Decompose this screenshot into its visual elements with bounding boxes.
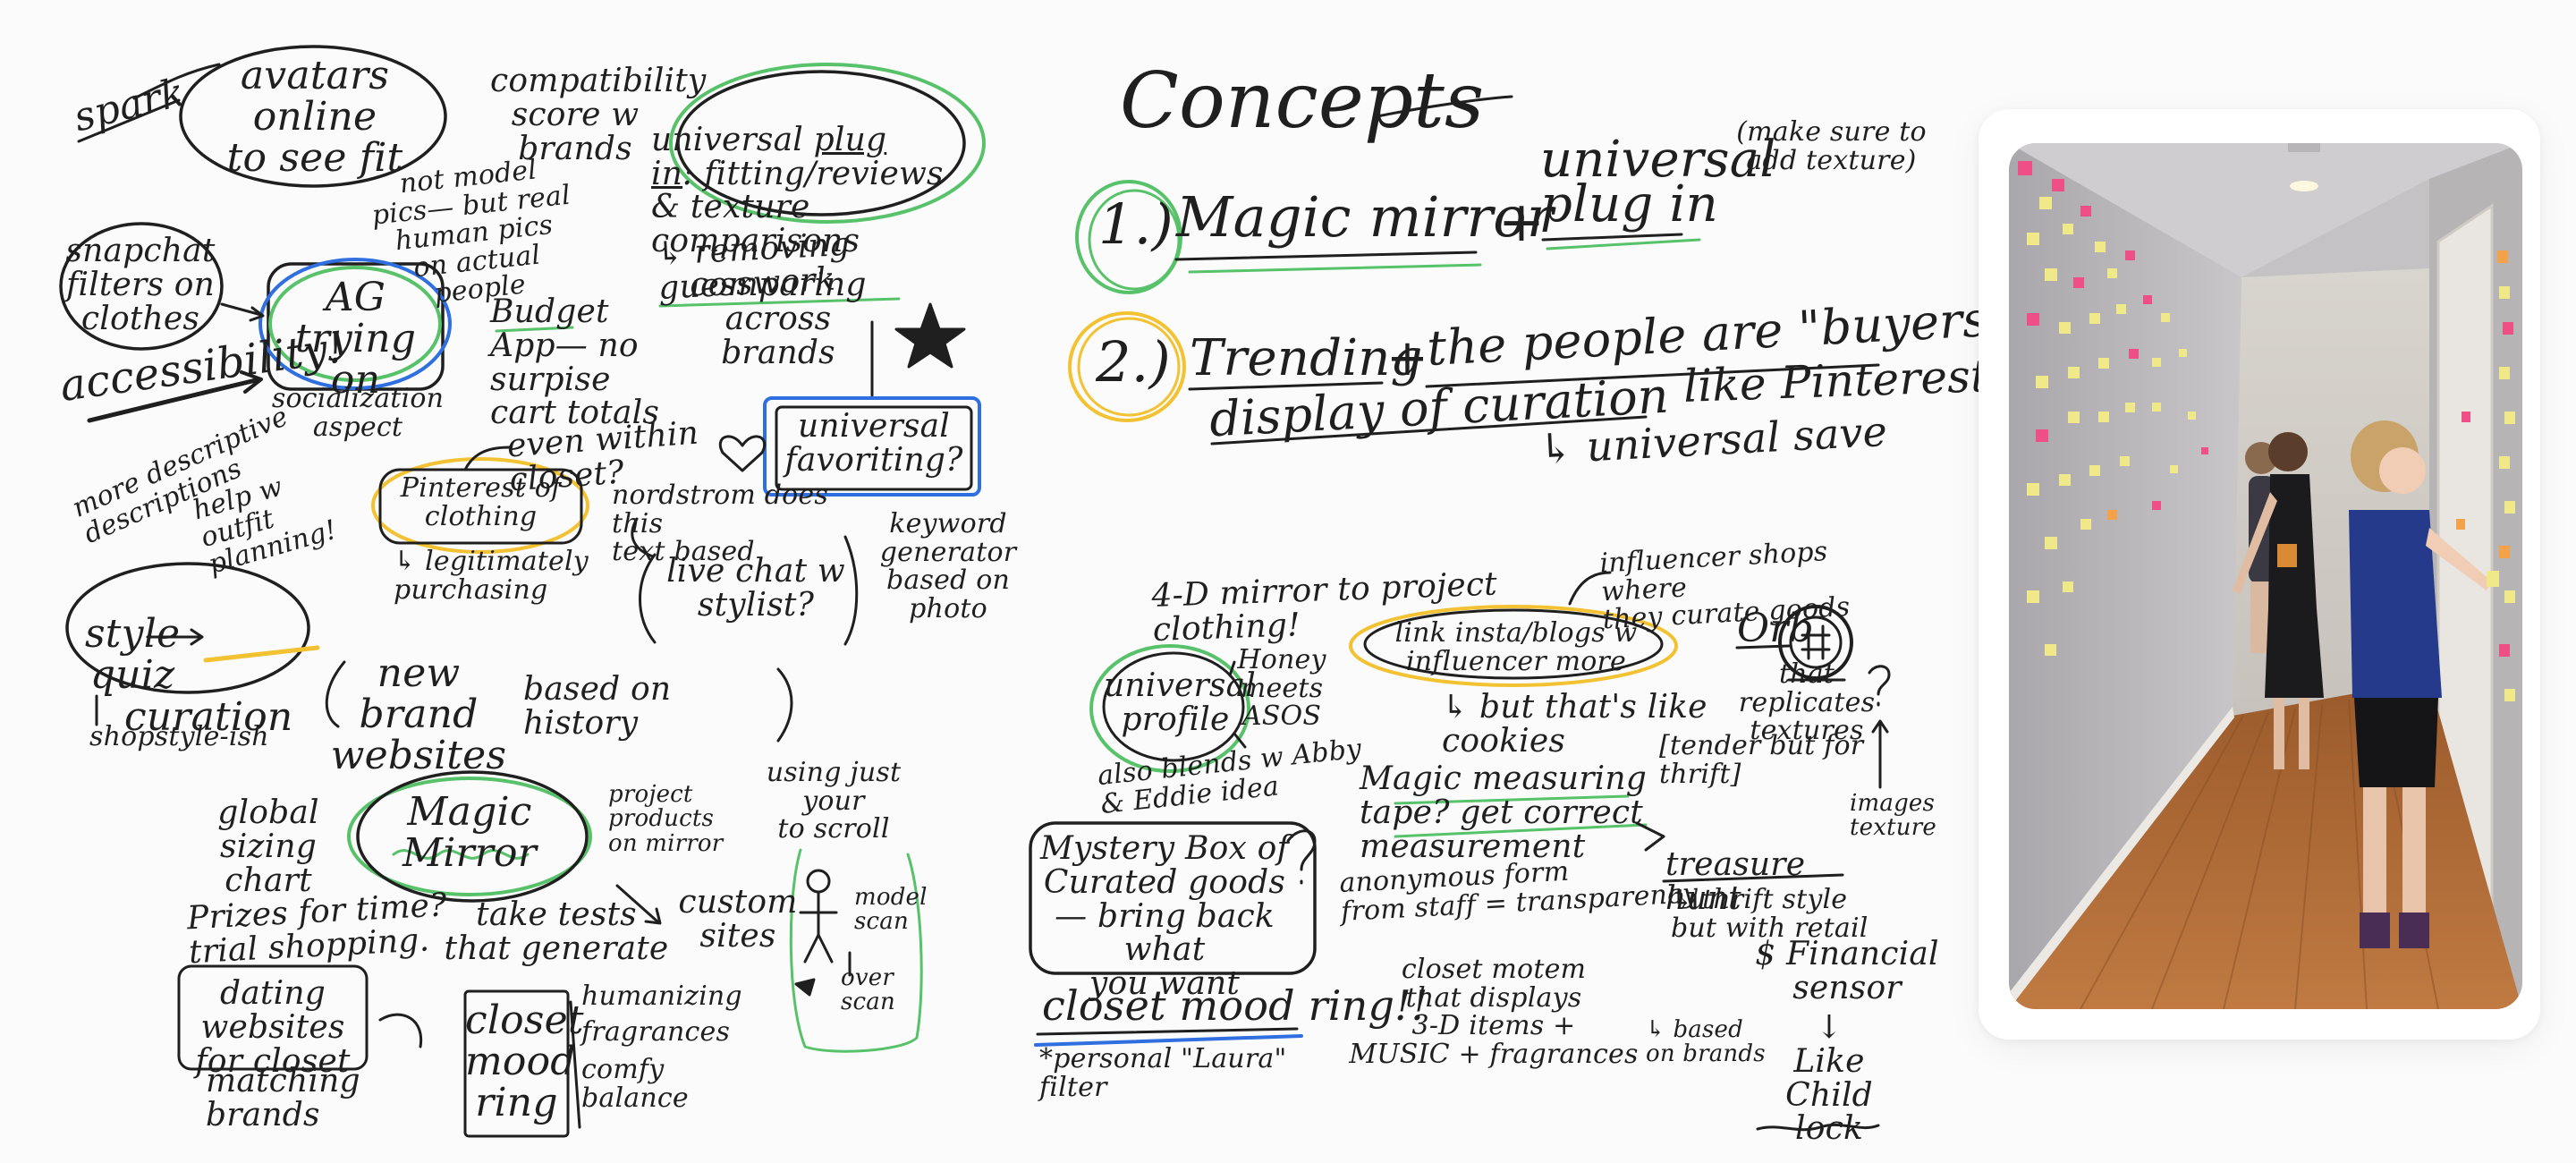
- concept-1-plus: +: [1498, 189, 1546, 254]
- magic-mirror-note: Magic Mirror: [402, 789, 537, 877]
- matching-brands-note: matching brands: [206, 1063, 360, 1133]
- avatars-note: avatars online to see fit: [226, 53, 403, 182]
- comfy-balance-note: comfy balance: [581, 1054, 689, 1114]
- based-history-note: based on history: [523, 671, 672, 742]
- humanizing-note: humanizing: [581, 980, 742, 1012]
- concept-1-title: Magic mirror: [1176, 184, 1554, 250]
- star-icon: [894, 302, 966, 369]
- concept-1-plugin: plug in: [1540, 175, 1718, 233]
- project-products-note: project products on mirror: [608, 781, 724, 857]
- snapchat-note: snapchat filters on clothes: [65, 233, 216, 337]
- global-sizing-note: global sizing chart: [217, 794, 319, 899]
- new-brand-note: new brand websites: [330, 650, 507, 779]
- concept-2-pinterest: like Pinterest: [1682, 350, 1990, 412]
- tender-note: [tender but for thrift]: [1659, 730, 1864, 790]
- plugin-underline: [1541, 233, 1683, 242]
- thrift-style-note: ↳ thrift style but with retail: [1671, 884, 1868, 944]
- c1-green-underline: [1188, 263, 1482, 274]
- concept-1-note: (make sure to add texture): [1736, 116, 1927, 176]
- take-tests-note: take tests that generate: [444, 896, 669, 967]
- keyword-note: keyword generator based on photo: [879, 508, 1017, 624]
- comparing-note: comparing across brands: [690, 267, 867, 371]
- hallway-photo-illustration: [2009, 143, 2522, 1009]
- budget-note: Budget App— no surpise cart totals: [490, 293, 660, 432]
- using-just-note: using just your to scroll: [766, 757, 902, 845]
- link-insta-note: link insta/blogs w influencer more: [1394, 617, 1638, 677]
- style-quiz-a: style quiz: [85, 611, 181, 699]
- child-lock-note: ↓ Like Child lock: [1785, 1009, 1873, 1148]
- concept-2-plus: +: [1386, 329, 1429, 387]
- concept-1-number: 1.): [1098, 191, 1174, 257]
- orb-note: Orb: [1737, 606, 1814, 651]
- custom-sites-note: custom sites: [678, 884, 798, 955]
- concept-2-number: 2.): [1096, 329, 1171, 395]
- honey-note: Honey meets ASOS: [1237, 644, 1326, 732]
- closet-mood-note: closet mood ring: [465, 997, 584, 1126]
- whiteboard-canvas: spark avatars online to see fit compatib…: [0, 0, 2576, 1163]
- universal-favoriting-note: universal favoriting?: [784, 408, 963, 479]
- c1-underline: [1174, 250, 1478, 261]
- model-scan-note: model scan: [854, 884, 928, 936]
- over-scan-note: over scan: [841, 964, 895, 1016]
- closet-motem-note: closet motem that displays 3-D items + M…: [1349, 954, 1639, 1070]
- shopstyle-note: shopstyle-ish: [89, 721, 269, 752]
- images-texture-note: images texture: [1850, 790, 1936, 842]
- stick-figure-icon: [799, 869, 838, 964]
- compatibility-note: compatibility score w brands: [490, 63, 707, 167]
- magic-measuring-note: Magic measuring tape? get correct measur…: [1360, 760, 1648, 865]
- pinterest-of-clothing: Pinterest of clothing: [400, 472, 562, 532]
- fragrances-note: fragrances: [581, 1016, 731, 1048]
- hallway-photo: [2009, 143, 2522, 1009]
- mystery-box-note: Mystery Box of Curated goods — bring bac…: [1039, 830, 1290, 1003]
- concepts-heading: Concepts: [1120, 56, 1485, 146]
- live-chat-bracket-left: [639, 553, 657, 644]
- plugin-title-a: universal: [651, 121, 814, 158]
- live-chat-note: live chat w stylist?: [666, 553, 845, 624]
- style-quiz-note: style quizcuration: [85, 573, 318, 738]
- personal-filter-note: *personal "Laura" filter: [1039, 1043, 1287, 1103]
- legitimately-note: ↳ legitimately purchasing: [394, 546, 589, 606]
- financial-sensor-note: $ Financial sensor: [1755, 936, 1939, 1006]
